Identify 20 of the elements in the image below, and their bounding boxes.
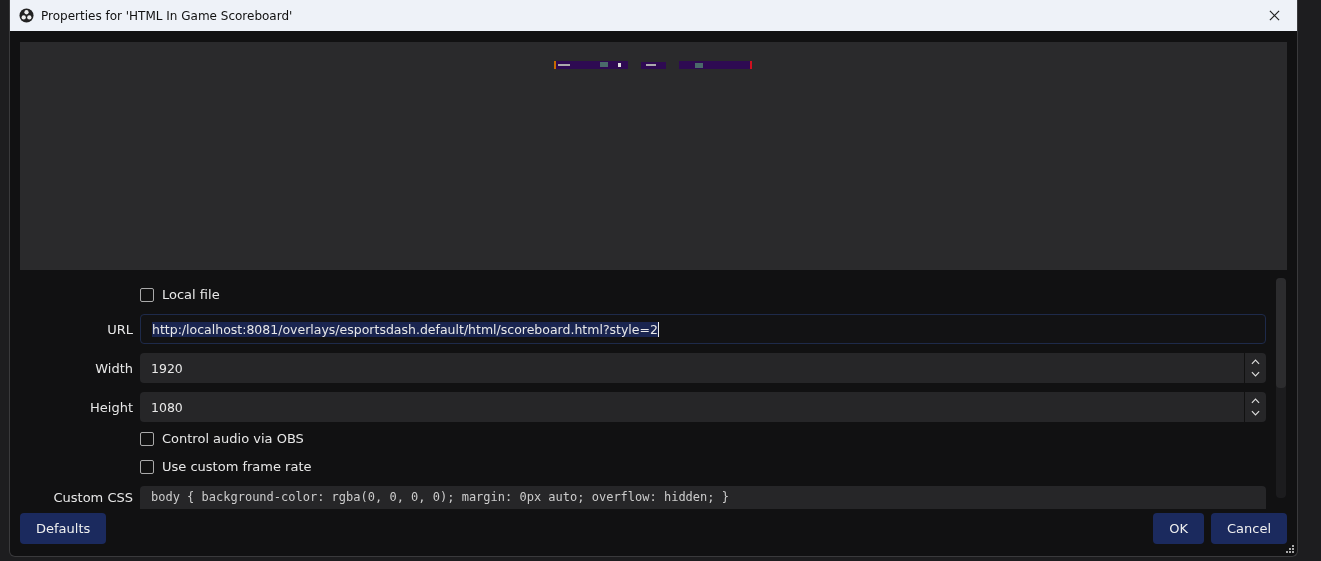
field-label: Width bbox=[95, 360, 133, 376]
field-label: Custom CSS bbox=[53, 490, 133, 505]
number-field[interactable]: 1080 bbox=[140, 392, 1266, 422]
code-field[interactable]: body { background-color: rgba(0, 0, 0, 0); margin: 0px auto; overflow: hidden; } bbox=[140, 486, 1266, 509]
number-field[interactable]: 1920 bbox=[140, 353, 1266, 383]
scrollbar-thumb[interactable] bbox=[1276, 278, 1286, 388]
dialog-button[interactable]: Defaults bbox=[20, 513, 107, 544]
dialog-button[interactable]: Cancel bbox=[1210, 513, 1287, 544]
checkbox[interactable]: Local file bbox=[140, 287, 220, 303]
scrollbar[interactable] bbox=[1276, 278, 1286, 498]
checkbox[interactable]: Control audio via OBS bbox=[140, 431, 304, 447]
url-field[interactable]: http:/localhost:8081/overlays/esportsdash.default/html/scoreboard.html?style=2 bbox=[140, 314, 1266, 344]
window-title: Properties for 'HTML In Game Scoreboard' bbox=[41, 8, 293, 23]
checkbox[interactable]: Use custom frame rate bbox=[140, 459, 312, 475]
app-logo-icon bbox=[19, 8, 34, 23]
field-label: URL bbox=[107, 321, 133, 337]
close-icon bbox=[1268, 10, 1280, 21]
resize-grip-icon[interactable] bbox=[1286, 545, 1294, 553]
field-label: Height bbox=[90, 399, 133, 415]
dialog-button[interactable]: OK bbox=[1153, 513, 1204, 544]
